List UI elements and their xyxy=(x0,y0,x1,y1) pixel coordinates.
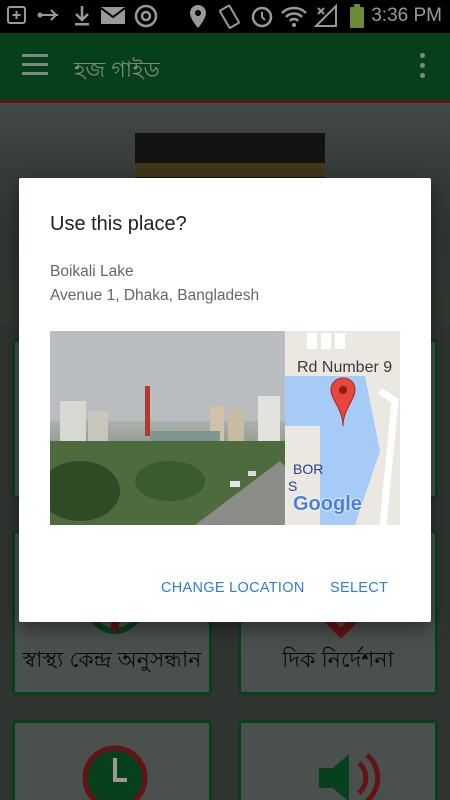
place-photo xyxy=(50,331,285,525)
map-poi-label: BOR xyxy=(293,461,324,477)
select-button[interactable]: SELECT xyxy=(330,580,388,596)
change-location-button[interactable]: CHANGE LOCATION xyxy=(161,580,305,596)
use-place-dialog: Use this place? Boikali Lake Avenue 1, D… xyxy=(19,178,431,622)
google-logo: Google xyxy=(293,493,362,515)
dialog-title: Use this place? xyxy=(50,213,187,235)
map-poi-label-2: S xyxy=(288,478,298,494)
place-address: Avenue 1, Dhaka, Bangladesh xyxy=(50,287,260,304)
map-road-label: Rd Number 9 xyxy=(297,359,393,376)
place-photo-scene xyxy=(50,331,285,525)
map-pin-icon xyxy=(330,377,356,427)
map-thumbnail[interactable]: Rd Number 9 BOR S Google xyxy=(285,331,400,525)
place-name: Boikali Lake xyxy=(50,263,134,280)
